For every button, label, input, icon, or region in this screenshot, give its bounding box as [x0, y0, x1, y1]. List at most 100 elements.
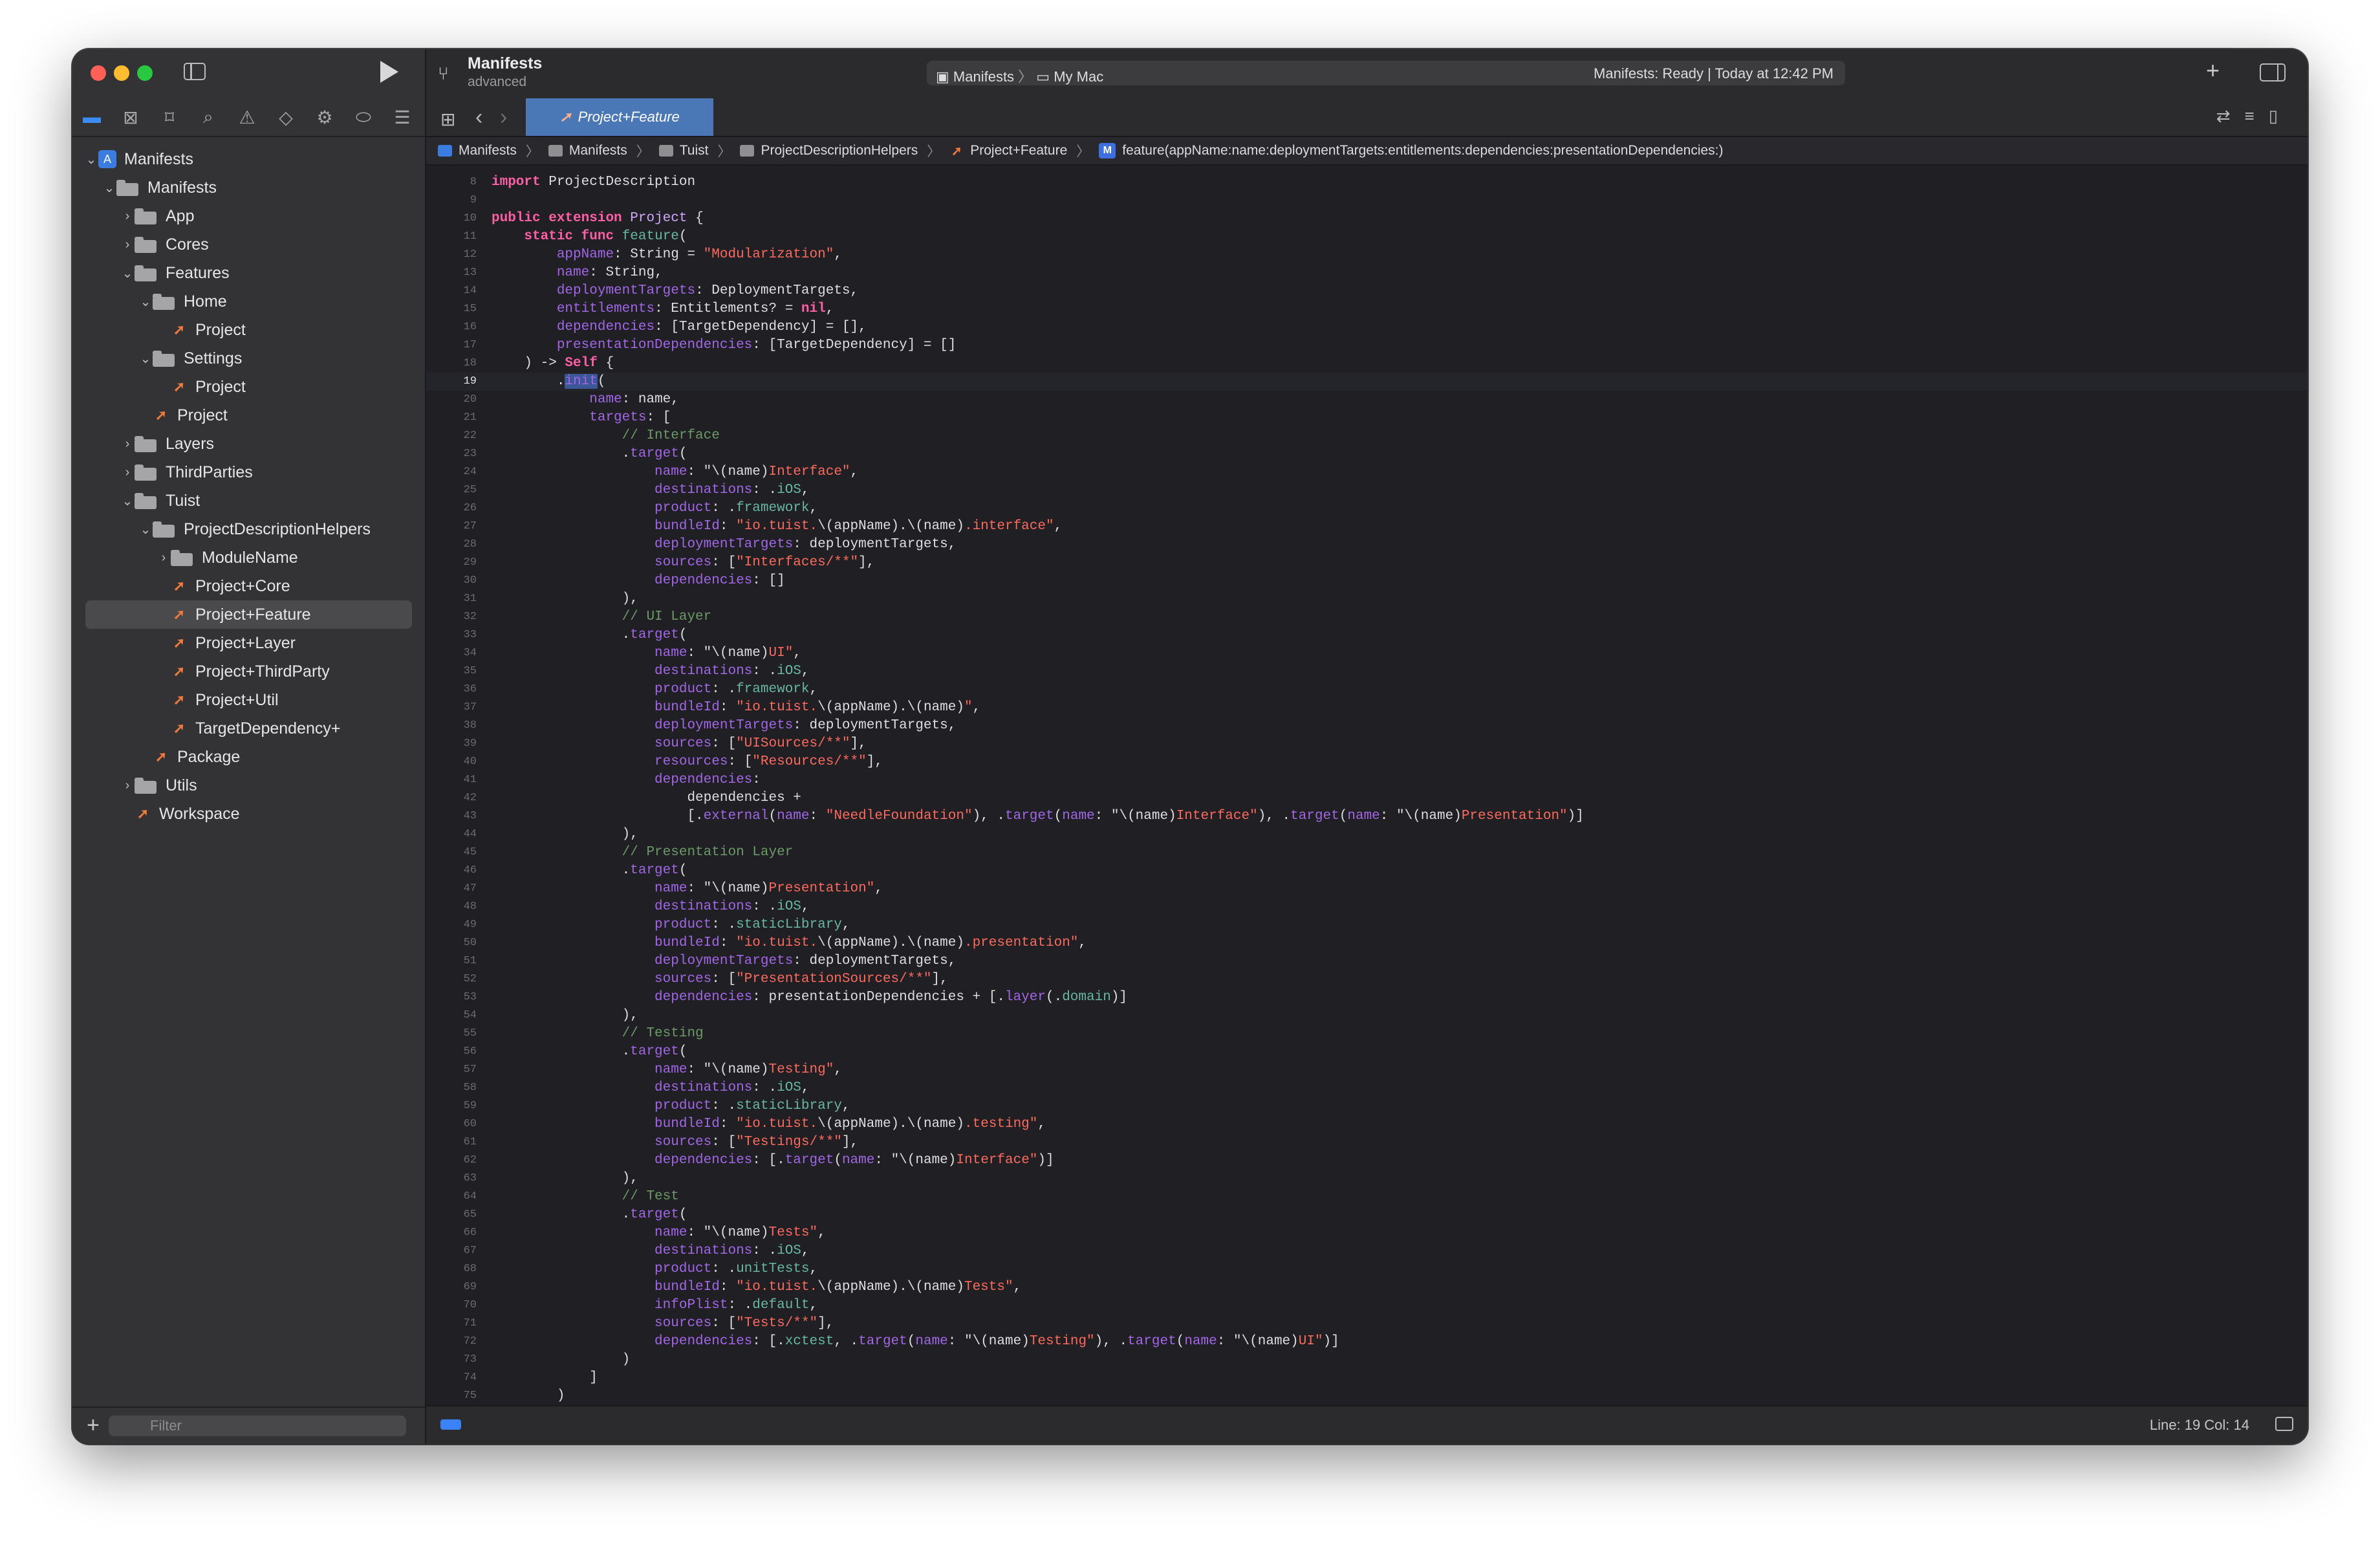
zoom-window-button[interactable] [137, 65, 153, 81]
code-line[interactable]: 52 sources: ["PresentationSources/**"], [426, 970, 2308, 989]
close-window-button[interactable] [91, 65, 106, 81]
code-line[interactable]: 48 destinations: .iOS, [426, 898, 2308, 916]
warning-icon[interactable]: ⚠ [228, 98, 266, 136]
tree-item[interactable]: ➚ Project [72, 373, 425, 401]
editor-options-icons[interactable]: ⇄≡▯ [2216, 106, 2292, 126]
filter-input[interactable]: Filter [109, 1415, 406, 1436]
chevron-right-icon[interactable]: › [120, 237, 135, 252]
debug-area-toggle-icon[interactable] [440, 1419, 461, 1430]
code-line[interactable]: 67 destinations: .iOS, [426, 1242, 2308, 1260]
tree-item[interactable]: › Utils [72, 771, 425, 800]
code-line[interactable]: 54 ), [426, 1007, 2308, 1025]
breadcrumb-item[interactable]: Manifests [438, 143, 517, 158]
tree-item[interactable]: ⌄ A Manifests [72, 145, 425, 173]
back-icon[interactable]: ‹ [475, 105, 482, 130]
code-line[interactable]: 75 ) [426, 1387, 2308, 1405]
grid-icon[interactable]: ⊞ [440, 109, 455, 130]
chevron-right-icon[interactable]: › [120, 465, 135, 480]
code-line[interactable]: 32 // UI Layer [426, 608, 2308, 626]
tree-item[interactable]: › ThirdParties [72, 458, 425, 486]
chevron-down-icon[interactable]: ⌄ [120, 493, 135, 509]
tree-item[interactable]: ➚ Project+Core [72, 572, 425, 600]
code-line[interactable]: 41 dependencies: [426, 771, 2308, 789]
chevron-down-icon[interactable]: ⌄ [138, 294, 153, 310]
tree-item[interactable]: › ModuleName [72, 543, 425, 572]
code-line[interactable]: 43 [.external(name: "NeedleFoundation"),… [426, 807, 2308, 825]
code-line[interactable]: 33 .target( [426, 626, 2308, 644]
code-editor[interactable]: 8 import ProjectDescription 9 10 public exte… [426, 167, 2308, 1406]
destination-name[interactable]: My Mac [1054, 69, 1103, 85]
chevron-right-icon[interactable]: › [120, 437, 135, 452]
code-line[interactable]: 23 .target( [426, 445, 2308, 463]
tree-item[interactable]: ➚ Project+ThirdParty [72, 657, 425, 686]
breadcrumb-item[interactable]: Manifests [548, 143, 627, 158]
code-line[interactable]: 31 ), [426, 590, 2308, 608]
bookmark-icon[interactable]: ⌑ [150, 98, 189, 136]
code-line[interactable]: 10 public extension Project { [426, 210, 2308, 228]
scheme-activity-bar[interactable]: ▣ Manifests 〉 ▭ My Mac Manifests: Ready … [927, 61, 1845, 85]
tree-item[interactable]: ⌄ Features [72, 259, 425, 287]
code-line[interactable]: 26 product: .framework, [426, 499, 2308, 518]
tree-item[interactable]: ⌄ Tuist [72, 486, 425, 515]
breadcrumb-item[interactable]: ProjectDescriptionHelpers [740, 143, 918, 158]
tree-item[interactable]: › Cores [72, 230, 425, 259]
play-icon[interactable] [380, 61, 398, 83]
test-icon[interactable]: ◇ [266, 98, 305, 136]
minimize-window-button[interactable] [114, 65, 129, 81]
scheme-name[interactable]: Manifests [953, 69, 1014, 85]
code-line[interactable]: 18 ) -> Self { [426, 355, 2308, 373]
chevron-down-icon[interactable]: ⌄ [138, 521, 153, 538]
code-line[interactable]: 40 resources: ["Resources/**"], [426, 753, 2308, 771]
code-line[interactable]: 60 bundleId: "io.tuist.\(appName).\(name… [426, 1115, 2308, 1133]
code-line[interactable]: 62 dependencies: [.target(name: "\(name)… [426, 1152, 2308, 1170]
chevron-right-icon[interactable]: › [120, 209, 135, 224]
tree-item[interactable]: › Layers [72, 430, 425, 458]
code-line[interactable]: 70 infoPlist: .default, [426, 1296, 2308, 1315]
code-line[interactable]: 24 name: "\(name)Interface", [426, 463, 2308, 481]
breadcrumb-item[interactable]: Mfeature(appName:name:deploymentTargets:… [1099, 143, 1724, 158]
folder-icon[interactable]: ▬ [72, 98, 111, 136]
code-line[interactable]: 37 bundleId: "io.tuist.\(appName).\(name… [426, 699, 2308, 717]
code-line[interactable]: 17 presentationDependencies: [TargetDepe… [426, 336, 2308, 355]
breadcrumb-item[interactable]: Tuist [658, 143, 708, 158]
code-line[interactable]: 39 sources: ["UISources/**"], [426, 735, 2308, 753]
tree-item[interactable]: ⌄ Settings [72, 344, 425, 373]
code-line[interactable]: 28 deploymentTargets: deploymentTargets, [426, 536, 2308, 554]
code-line[interactable]: 69 bundleId: "io.tuist.\(appName).\(name… [426, 1278, 2308, 1296]
code-line[interactable]: 73 ) [426, 1351, 2308, 1369]
panel-toggle-icon[interactable] [2275, 1417, 2293, 1431]
code-line[interactable]: 29 sources: ["Interfaces/**"], [426, 554, 2308, 572]
tree-item[interactable]: ⌄ Manifests [72, 173, 425, 202]
code-line[interactable]: 68 product: .unitTests, [426, 1260, 2308, 1278]
debug-icon[interactable]: ⚙ [305, 98, 344, 136]
code-line[interactable]: 63 ), [426, 1170, 2308, 1188]
code-line[interactable]: 58 destinations: .iOS, [426, 1079, 2308, 1097]
inspector-toggle-icon[interactable] [2260, 63, 2286, 82]
tree-item[interactable]: ⌄ ProjectDescriptionHelpers [72, 515, 425, 543]
code-line[interactable]: 34 name: "\(name)UI", [426, 644, 2308, 662]
search-icon[interactable]: ⌕ [189, 98, 228, 136]
code-line[interactable]: 71 sources: ["Tests/**"], [426, 1315, 2308, 1333]
tree-item[interactable]: ➚ Workspace [72, 800, 425, 828]
code-line[interactable]: 46 .target( [426, 862, 2308, 880]
chevron-right-icon[interactable]: › [120, 778, 135, 793]
code-line[interactable]: 13 name: String, [426, 264, 2308, 282]
chevron-down-icon[interactable]: ⌄ [84, 151, 98, 168]
tree-item[interactable]: ➚ Project+Feature [85, 600, 412, 629]
code-line[interactable]: 66 name: "\(name)Tests", [426, 1224, 2308, 1242]
code-line[interactable]: 12 appName: String = "Modularization", [426, 246, 2308, 264]
plus-icon[interactable]: + [2206, 57, 2220, 84]
source-control-icon[interactable]: ⊠ [111, 98, 150, 136]
tree-item[interactable]: ➚ Project+Layer [72, 629, 425, 657]
plus-icon[interactable]: + [87, 1414, 100, 1436]
code-line[interactable]: 22 // Interface [426, 427, 2308, 445]
code-line[interactable]: 47 name: "\(name)Presentation", [426, 880, 2308, 898]
code-line[interactable]: 50 bundleId: "io.tuist.\(appName).\(name… [426, 934, 2308, 952]
code-line[interactable]: 42 dependencies + [426, 789, 2308, 807]
code-line[interactable]: 35 destinations: .iOS, [426, 662, 2308, 681]
code-line[interactable]: 36 product: .framework, [426, 681, 2308, 699]
breadcrumb-item[interactable]: ➚ Project+Feature [949, 143, 1067, 158]
code-line[interactable]: 74 ] [426, 1369, 2308, 1387]
tree-item[interactable]: ➚ Project+Util [72, 686, 425, 714]
code-line[interactable]: 8 import ProjectDescription [426, 173, 2308, 191]
